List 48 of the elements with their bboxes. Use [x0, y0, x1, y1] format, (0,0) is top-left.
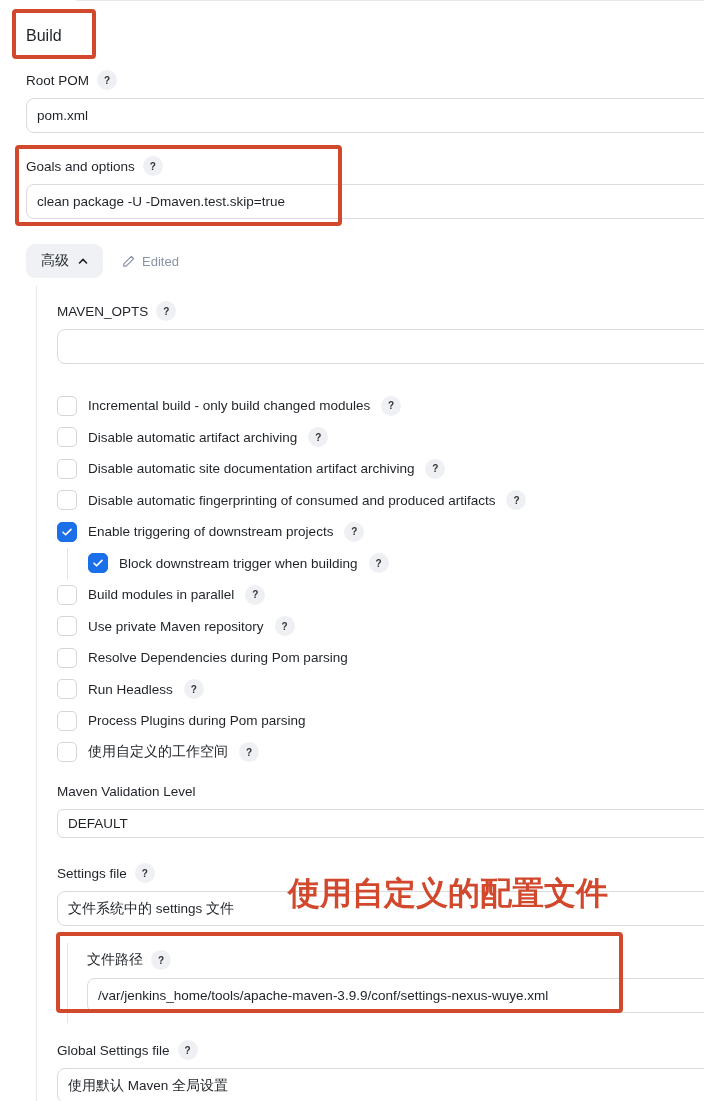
help-icon[interactable]: ?	[381, 395, 402, 416]
help-icon[interactable]: ?	[245, 584, 266, 605]
checkbox[interactable]	[57, 521, 77, 542]
checkbox-label: Disable automatic fingerprinting of consumed and produced artifacts	[88, 492, 496, 508]
checkbox-label: Resolve Dependencies during Pom parsing	[88, 650, 348, 666]
checkbox-label: Run Headless	[88, 681, 173, 697]
checkbox-label: Block downstream trigger when building	[119, 555, 358, 571]
checkmark-icon	[92, 557, 104, 570]
help-icon[interactable]: ?	[368, 553, 389, 574]
field-label: Goals and options	[26, 158, 135, 174]
field-label: Maven Validation Level	[57, 783, 196, 799]
help-icon[interactable]: ?	[239, 742, 259, 763]
checkbox-label: Enable triggering of downstream projects	[88, 524, 334, 540]
input-field[interactable]: clean package -U -Dmaven.test.skip=true	[26, 184, 704, 219]
input-field[interactable]: DEFAULT	[57, 809, 704, 838]
help-icon[interactable]: ?	[425, 458, 446, 479]
pencil-icon	[121, 253, 136, 269]
input-field[interactable]: pom.xml	[26, 98, 704, 133]
help-icon[interactable]: ?	[134, 863, 155, 883]
checkbox-label: Process Plugins during Pom parsing	[88, 713, 306, 729]
checkbox-label: Use private Maven repository	[88, 618, 264, 634]
help-icon[interactable]: ?	[177, 1040, 198, 1060]
help-icon[interactable]: ?	[156, 301, 177, 321]
help-icon[interactable]: ?	[183, 679, 204, 700]
input-field[interactable]	[57, 329, 704, 364]
advanced-button[interactable]: 高级	[26, 244, 103, 278]
checkbox-label: Incremental build - only build changed modules	[88, 398, 371, 414]
checkbox-label: Disable automatic artifact archiving	[88, 429, 298, 445]
help-icon[interactable]: ?	[506, 490, 527, 511]
input-field[interactable]: 使用默认 Maven 全局设置	[57, 1068, 704, 1101]
help-icon[interactable]: ?	[274, 616, 295, 637]
edited-label: Edited	[121, 253, 179, 269]
field-label: Settings file	[57, 865, 127, 881]
input-field[interactable]: /var/jenkins_home/tools/apache-maven-3.9.9/conf/settings-nexus-wuye.xml	[87, 978, 704, 1013]
checkbox-label: 使用自定义的工作空间	[88, 743, 228, 762]
help-icon[interactable]: ?	[344, 521, 365, 542]
help-icon[interactable]: ?	[142, 156, 163, 176]
checkbox-label: Build modules in parallel	[88, 587, 235, 603]
section-heading: Build	[26, 27, 62, 45]
field-label: MAVEN_OPTS	[57, 303, 149, 319]
help-icon[interactable]: ?	[308, 427, 329, 448]
field-label: Global Settings file	[57, 1042, 170, 1058]
checkbox[interactable]	[88, 553, 108, 574]
field-label: 文件路径	[87, 951, 143, 969]
field-label: Root POM	[26, 72, 90, 88]
help-icon[interactable]: ?	[97, 70, 118, 90]
help-icon[interactable]: ?	[151, 950, 171, 970]
checkbox-label: Disable automatic site documentation artifact archiving	[88, 461, 415, 477]
